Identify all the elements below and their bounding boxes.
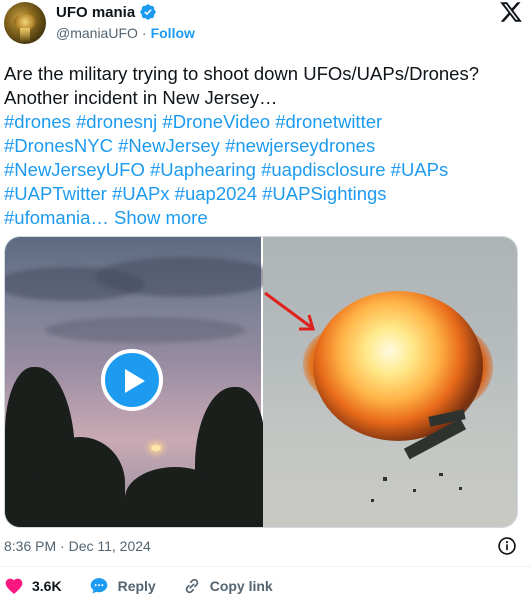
- debris-piece: [459, 487, 462, 490]
- like-count: 3.6K: [32, 578, 62, 594]
- play-button[interactable]: [101, 349, 163, 411]
- debris-piece: [439, 473, 443, 476]
- debris-piece: [371, 499, 374, 502]
- tweet-text: Are the military trying to shoot down UF…: [4, 62, 524, 230]
- hashtag-link[interactable]: #DroneVideo: [162, 111, 270, 132]
- video-thumbnail[interactable]: [5, 237, 275, 527]
- action-bar: 3.6K Reply Copy link: [4, 576, 299, 596]
- like-button[interactable]: 3.6K: [4, 576, 62, 596]
- heart-icon: [5, 578, 23, 594]
- hashtag-link[interactable]: #NewJerseyUFO: [4, 159, 145, 180]
- handle-row: @maniaUFO · Follow: [56, 25, 195, 41]
- hashtag-line-1: #drones #dronesnj #DroneVideo #dronetwit…: [4, 110, 524, 134]
- hashtag-line-4: #UAPTwitter #UAPx #uap2024 #UAPSightings: [4, 182, 524, 206]
- hashtag-link[interactable]: #newjerseydrones: [225, 135, 375, 156]
- hashtag-link[interactable]: #uap2024: [175, 183, 257, 204]
- hashtag-link[interactable]: #UAPx: [112, 183, 170, 204]
- x-logo-icon[interactable]: [499, 0, 523, 24]
- hashtag-link[interactable]: #UAPs: [391, 159, 449, 180]
- hashtag-link[interactable]: #ufomania…: [4, 207, 109, 228]
- reply-bubble-icon: [90, 578, 107, 594]
- explosion-image[interactable]: [263, 237, 517, 527]
- debris-piece: [413, 489, 416, 492]
- hashtag-link[interactable]: #dronesnj: [76, 111, 157, 132]
- tree-silhouette: [35, 437, 125, 527]
- follow-button[interactable]: Follow: [151, 25, 195, 41]
- hashtag-link[interactable]: #DronesNYC: [4, 135, 113, 156]
- hashtag-link[interactable]: #drones: [4, 111, 71, 132]
- tweet-line-2: Another incident in New Jersey…: [4, 87, 278, 108]
- sky-cloud: [95, 257, 275, 297]
- handle-separator: ·: [141, 25, 147, 41]
- media-grid: [4, 236, 518, 528]
- copy-link-label: Copy link: [209, 578, 273, 594]
- hashtag-line-3: #NewJerseyUFO #Uaphearing #uapdisclosure…: [4, 158, 524, 182]
- display-name[interactable]: UFO mania: [56, 4, 135, 21]
- play-icon: [125, 369, 145, 393]
- name-row: UFO mania: [56, 3, 157, 21]
- avatar[interactable]: [4, 2, 46, 44]
- sky-cloud: [45, 317, 245, 343]
- handle[interactable]: @maniaUFO: [56, 25, 138, 41]
- reply-button[interactable]: Reply: [88, 576, 156, 596]
- red-arrow-icon: [264, 291, 315, 331]
- hashtag-link[interactable]: #NewJersey: [118, 135, 220, 156]
- reply-label: Reply: [117, 578, 156, 594]
- hashtag-line-5: #ufomania… Show more: [4, 206, 524, 230]
- hashtag-link[interactable]: #uapdisclosure: [261, 159, 385, 180]
- divider: [0, 566, 531, 567]
- copy-link-button[interactable]: Copy link: [182, 576, 273, 596]
- hashtag-line-2: #DronesNYC #NewJersey #newjerseydrones: [4, 134, 524, 158]
- info-icon[interactable]: [497, 536, 517, 556]
- tweet-line-1: Are the military trying to shoot down UF…: [4, 63, 480, 84]
- tweet-timestamp[interactable]: 8:36 PM · Dec 11, 2024: [4, 538, 151, 554]
- link-icon: [185, 578, 198, 594]
- debris-piece: [383, 477, 387, 481]
- hashtag-link[interactable]: #UAPTwitter: [4, 183, 107, 204]
- hashtag-link[interactable]: #dronetwitter: [275, 111, 382, 132]
- tree-silhouette: [125, 467, 225, 527]
- verified-badge-icon: [140, 4, 156, 20]
- show-more-link[interactable]: Show more: [114, 207, 208, 228]
- sky-light: [151, 445, 161, 451]
- hashtag-link[interactable]: #UAPSightings: [262, 183, 386, 204]
- hashtag-link[interactable]: #Uaphearing: [150, 159, 256, 180]
- tweet-header: UFO mania @maniaUFO · Follow: [0, 0, 531, 50]
- ufo-avatar-beam: [20, 28, 30, 42]
